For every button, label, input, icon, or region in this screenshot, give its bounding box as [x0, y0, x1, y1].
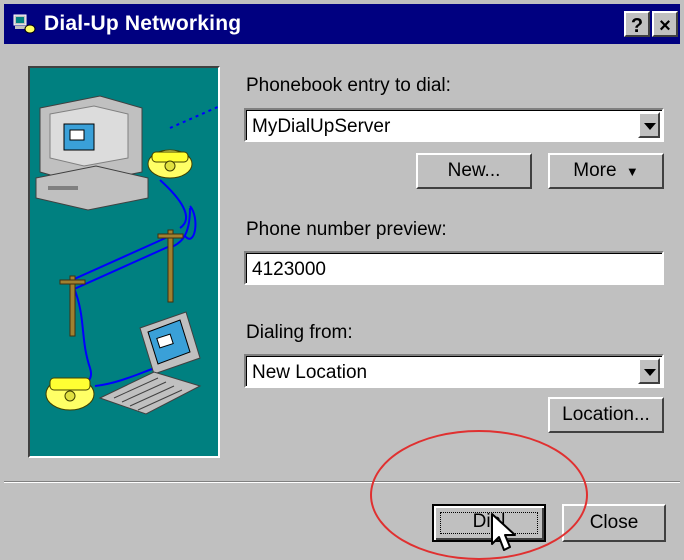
- close-button[interactable]: Close: [562, 504, 666, 542]
- computer-phone-laptop-illustration: [35, 95, 221, 415]
- mouse-pointer-icon: [491, 513, 516, 551]
- dialing-from-label: Dialing from:: [246, 322, 353, 343]
- caret-down-icon: ▼: [625, 164, 639, 179]
- dial-up-networking-dialog: Dial-Up Networking ? × Phonebook entry t…: [0, 0, 684, 560]
- more-button[interactable]: More ▼: [548, 153, 664, 189]
- close-window-button[interactable]: ×: [652, 11, 678, 37]
- chevron-down-icon: [644, 123, 656, 130]
- dialing-from-value: New Location: [252, 362, 368, 383]
- title-bar[interactable]: Dial-Up Networking ? ×: [4, 4, 680, 44]
- help-button[interactable]: ?: [624, 11, 650, 37]
- phonebook-entry-value: MyDialUpServer: [252, 116, 391, 137]
- location-button[interactable]: Location...: [548, 397, 664, 433]
- new-entry-button[interactable]: New...: [416, 153, 532, 189]
- phonebook-entry-label: Phonebook entry to dial:: [246, 75, 451, 96]
- phonebook-dropdown-button[interactable]: [638, 112, 660, 138]
- chevron-down-icon: [644, 369, 656, 376]
- new-entry-button-label: New...: [447, 160, 501, 181]
- dial-up-illustration: [28, 66, 221, 458]
- more-button-label: More: [573, 160, 617, 181]
- window-title: Dial-Up Networking: [44, 12, 242, 35]
- close-button-label: Close: [589, 512, 639, 533]
- phonebook-entry-dropdown[interactable]: MyDialUpServer: [244, 108, 664, 142]
- phone-number-preview-field: 4123000: [244, 251, 664, 285]
- phone-number-preview-label: Phone number preview:: [246, 219, 447, 240]
- phone-number-preview-value: 4123000: [252, 259, 326, 280]
- dial-up-networking-icon: [13, 14, 36, 34]
- dialing-from-dropdown[interactable]: New Location: [244, 354, 664, 388]
- dialing-from-dropdown-button[interactable]: [638, 358, 660, 384]
- location-button-label: Location...: [562, 404, 650, 425]
- divider: [4, 481, 680, 483]
